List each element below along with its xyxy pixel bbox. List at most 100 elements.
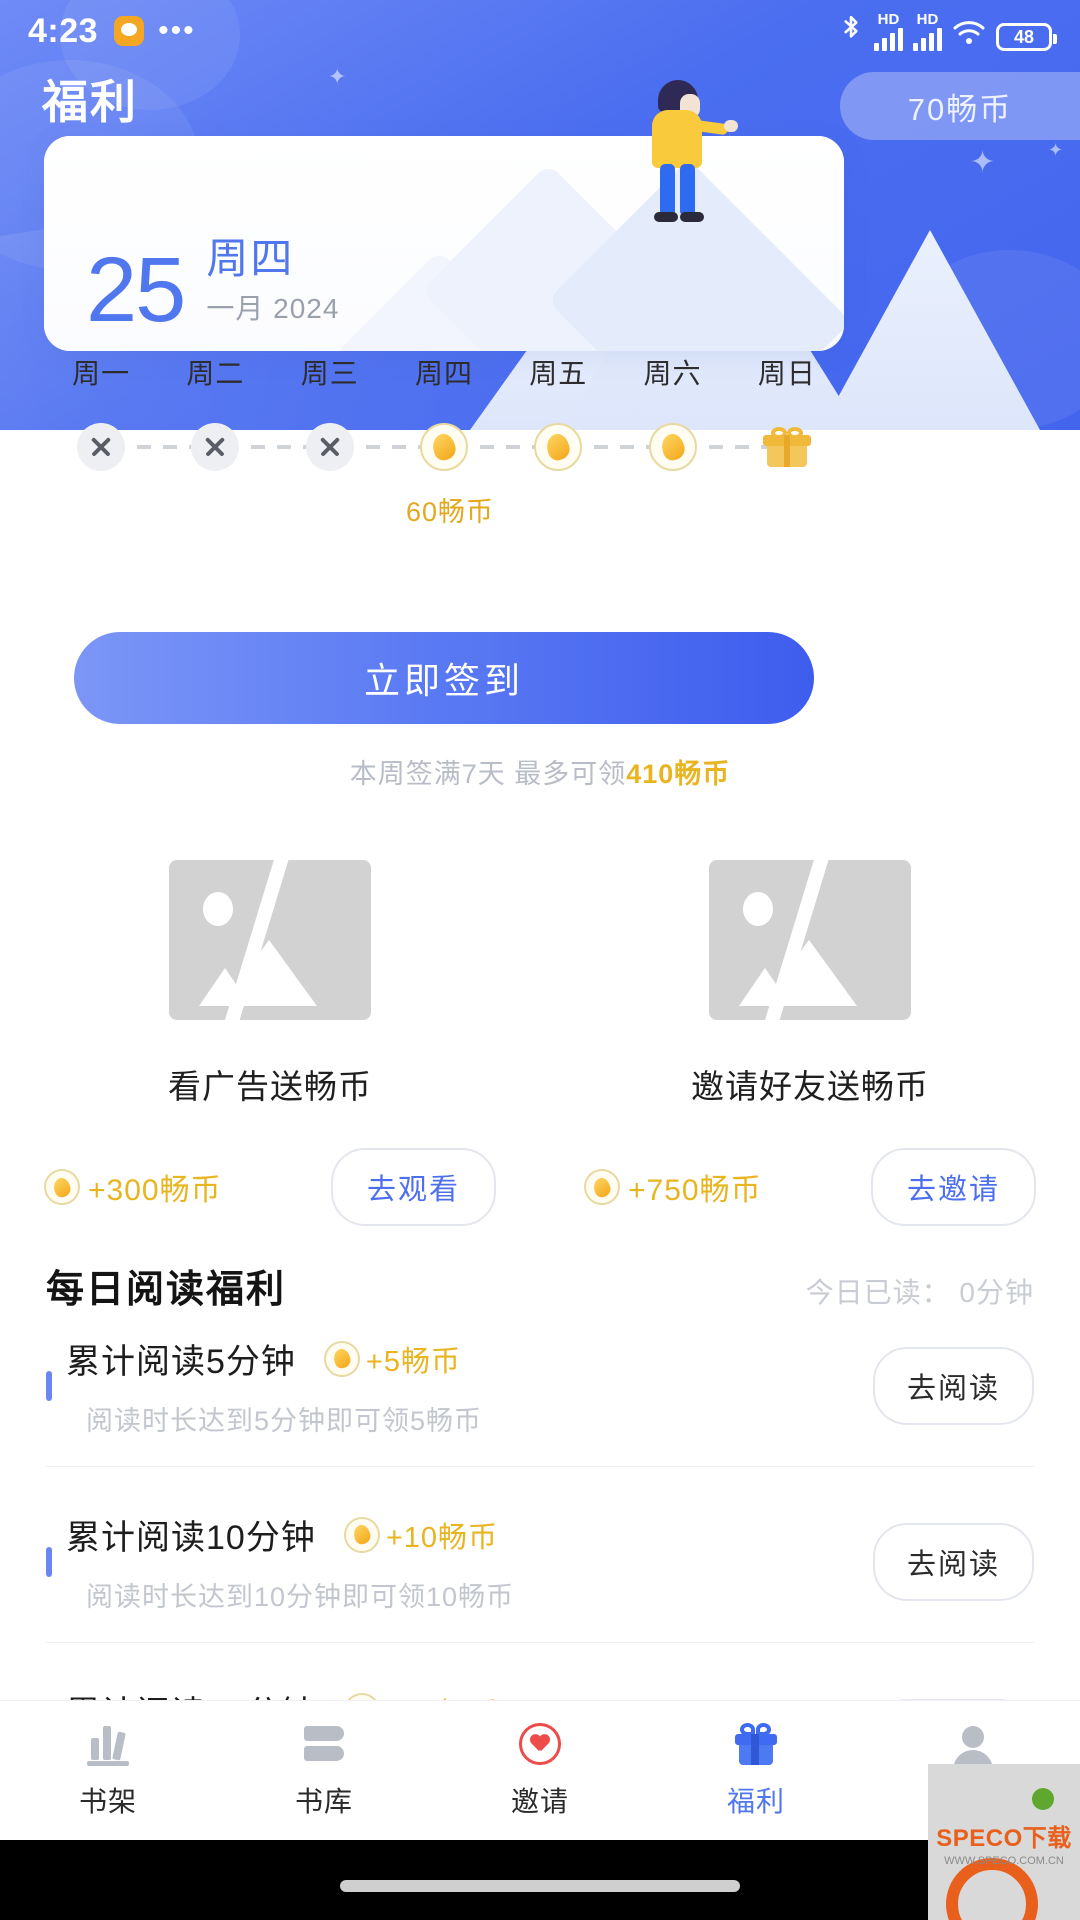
promo-reward-text: +300畅币	[88, 1174, 222, 1207]
task-reward: +5畅币	[323, 1338, 461, 1380]
cross-icon	[77, 423, 126, 471]
signal-bars-2	[913, 25, 942, 51]
coin-bean-shape	[351, 1522, 373, 1547]
coin-bean-shape	[543, 431, 573, 463]
task-top: 累计阅读10分钟 +10畅币	[66, 1510, 853, 1559]
gesture-home-bar[interactable]	[340, 1880, 740, 1892]
week-day-cell: 周六	[615, 352, 729, 392]
task-action-read-button[interactable]: 去阅读	[872, 1523, 1034, 1601]
week-day-label: 周四	[414, 358, 473, 389]
library-icon	[299, 1722, 349, 1766]
signin-button[interactable]: 立即签到	[74, 632, 814, 724]
sparkle-icon-1: ✦	[328, 64, 347, 89]
promo-section: 看广告送畅币 +300畅币 去观看 邀请好友送畅币 +750畅币 去邀请	[0, 860, 1080, 1226]
daily-reading-header: 每日阅读福利 今日已读： 0分钟	[0, 1258, 1080, 1313]
heart-ring	[519, 1722, 561, 1765]
chat-bubble-icon	[114, 16, 145, 46]
profile-icon	[947, 1722, 997, 1770]
week-mark-cell[interactable]	[44, 423, 212, 471]
task-name: 累计阅读5分钟	[66, 1343, 296, 1381]
promo-action-watch-button[interactable]: 去观看	[330, 1148, 496, 1226]
signal-bars-1	[874, 25, 903, 51]
signal-1: HD	[874, 11, 903, 51]
watermark: SPECO下载 WWW.SPECO.COM.CN	[928, 1764, 1080, 1920]
tab-label: 邀请	[510, 1785, 569, 1817]
task-accent-bar	[46, 1371, 52, 1401]
week-day-cell: 周一	[44, 352, 158, 392]
broken-image-placeholder-icon	[709, 860, 911, 1020]
status-icons: HD HD 48	[838, 11, 1057, 51]
signal-2: HD	[913, 11, 942, 51]
task-accent-bar	[46, 1547, 52, 1577]
person-shoe-right	[680, 212, 704, 222]
bluetooth-icon	[838, 14, 864, 51]
heart-shape	[530, 1735, 550, 1753]
week-marks-row	[44, 412, 844, 482]
status-bar: 4:23 ••• HD HD 48	[0, 0, 1080, 62]
task-divider	[46, 1642, 1034, 1643]
bottom-navigation: 书架 书库 邀请 福利 我的	[0, 1700, 1080, 1840]
task-action-read-button[interactable]: 去阅读	[872, 1347, 1034, 1425]
week-day-label: 周二	[186, 358, 245, 389]
tab-bookshelf[interactable]: 书架	[0, 1701, 216, 1840]
more-dots-icon: •••	[158, 14, 196, 47]
signin-note-prefix: 本周签满7天 最多可领	[349, 759, 627, 789]
coin-icon	[44, 1169, 80, 1205]
week-mark-cell[interactable]	[730, 427, 844, 467]
sparkle-icon-4: ✦	[1048, 140, 1064, 160]
date-side: 周四 一月 2024	[206, 236, 340, 333]
balance-pill[interactable]: 70畅币	[840, 72, 1080, 140]
week-progress-track: 60畅币	[44, 412, 844, 527]
tab-invite[interactable]: 邀请	[432, 1701, 648, 1840]
tab-welfare[interactable]: 福利	[648, 1701, 864, 1840]
tab-label: 福利	[726, 1785, 785, 1817]
promo-reward-text: +750畅币	[628, 1174, 762, 1207]
date-number: 25	[86, 239, 186, 342]
week-mark-cell[interactable]	[501, 423, 669, 471]
person-leg-right	[680, 164, 695, 216]
tab-label: 书架	[78, 1785, 137, 1817]
week-day-label: 周五	[529, 358, 588, 389]
promo-card-ads: 看广告送畅币 +300畅币 去观看	[0, 860, 540, 1226]
coin-icon	[534, 423, 583, 471]
coin-bean-shape	[591, 1175, 613, 1199]
broken-image-placeholder-icon	[169, 860, 371, 1020]
coin-icon	[648, 423, 697, 471]
task-reward: +10畅币	[343, 1514, 498, 1556]
task-description: 阅读时长达到10分钟即可领10畅币	[86, 1582, 515, 1612]
date-month-year: 一月 2024	[206, 293, 340, 324]
week-mark-cell[interactable]	[158, 423, 326, 471]
placeholder-sun	[203, 892, 233, 926]
week-mark-cell-today[interactable]	[387, 423, 554, 471]
today-reward-value: 60畅币	[405, 497, 495, 527]
battery-icon: 48	[996, 23, 1057, 51]
tab-library[interactable]: 书库	[216, 1701, 432, 1840]
watermark-text: SPECO下载	[936, 1824, 1072, 1852]
week-day-label: 周三	[300, 358, 359, 389]
coin-bean-shape	[51, 1175, 73, 1199]
task-divider	[46, 1466, 1034, 1467]
gift-box-icon	[762, 427, 811, 467]
promo-action-invite-button[interactable]: 去邀请	[870, 1148, 1036, 1226]
person-leg-left	[660, 164, 675, 216]
week-mark-cell[interactable]	[615, 423, 783, 471]
task-description: 阅读时长达到5分钟即可领5畅币	[86, 1406, 483, 1436]
reading-task-row: 累计阅读5分钟 +5畅币 阅读时长达到5分钟即可领5畅币 去阅读	[0, 1334, 1080, 1438]
gift-ribbon	[783, 435, 790, 467]
coin-bean-shape	[331, 1346, 353, 1371]
gift-ribbon	[751, 1733, 759, 1765]
week-day-cell: 周三	[273, 352, 387, 392]
battery-level: 48	[1013, 26, 1035, 47]
signin-card-top: 25 周四 一月 2024	[44, 136, 844, 351]
week-mark-cell[interactable]	[273, 423, 440, 471]
task-left: 累计阅读5分钟 +5畅币 阅读时长达到5分钟即可领5畅币	[66, 1334, 853, 1438]
coin-icon	[343, 1516, 380, 1553]
task-reward-text: +5畅币	[365, 1345, 461, 1378]
bookshelf-icon	[83, 1722, 133, 1766]
placeholder-sun	[743, 892, 773, 926]
heart-invite-icon	[515, 1722, 565, 1766]
promo-row: +750畅币 去邀请	[584, 1148, 1036, 1226]
person-hand	[724, 120, 738, 132]
watermark-circle	[946, 1858, 1038, 1920]
promo-reward: +300畅币	[44, 1165, 222, 1209]
